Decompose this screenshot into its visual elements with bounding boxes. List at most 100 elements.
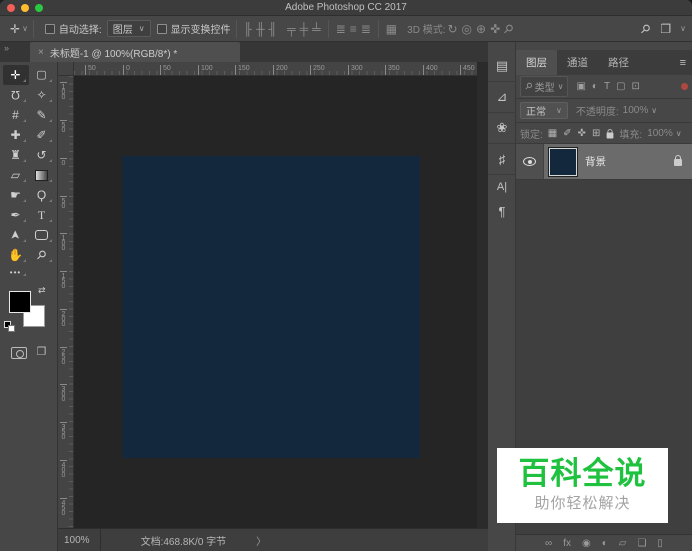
new-group-icon[interactable]: ▱ xyxy=(619,538,627,549)
default-colors-icon[interactable] xyxy=(4,321,15,332)
panel-menu-icon[interactable]: ≡ xyxy=(680,57,686,69)
type-tool[interactable]: T xyxy=(29,205,55,225)
align-top-icon[interactable]: ╤ xyxy=(285,23,298,35)
distribute-v-center-icon[interactable]: ≡ xyxy=(348,23,359,35)
hand-tool[interactable]: ✋ xyxy=(3,245,29,265)
adjustment-layer-icon[interactable]: ◐ xyxy=(602,538,608,549)
tool-preset-chevron-icon[interactable]: ∨ xyxy=(22,24,28,33)
ruler-origin-corner[interactable] xyxy=(58,62,74,76)
edit-toolbar-button[interactable]: ••• xyxy=(3,265,29,279)
tab-channels[interactable]: 通道 xyxy=(557,50,598,75)
layer-thumbnail[interactable] xyxy=(548,146,578,177)
fill-field[interactable]: 100% ∨ xyxy=(647,128,681,139)
canvas-scrollbar[interactable] xyxy=(477,62,488,528)
foreground-color-swatch[interactable] xyxy=(9,291,31,313)
adjustments-panel-icon[interactable]: ⊿ xyxy=(488,82,516,113)
status-bar: 100% 文档:468.8K/0 字节 〉 xyxy=(58,528,488,551)
3d-orbit-icon[interactable]: ↻ xyxy=(445,23,459,35)
properties-panel-icon[interactable]: ♯ xyxy=(488,144,516,175)
filter-type-layers-icon[interactable]: T xyxy=(604,81,610,92)
search-icon[interactable]: ⚲ xyxy=(636,20,654,38)
status-options-chevron-icon[interactable]: 〉 xyxy=(256,533,266,548)
canvas-area[interactable] xyxy=(74,76,477,528)
add-mask-icon[interactable]: ◉ xyxy=(582,538,591,549)
gradient-tool[interactable] xyxy=(29,165,55,185)
lock-pixels-icon[interactable]: ✐ xyxy=(563,128,571,139)
swap-colors-icon[interactable]: ⇄ xyxy=(38,285,46,296)
3d-pan-icon[interactable]: ⊕ xyxy=(474,23,488,35)
document-tab[interactable]: × 未标题-1 @ 100%(RGB/8*) * xyxy=(30,42,240,62)
path-selection-tool[interactable]: ➤ xyxy=(3,225,29,245)
quick-selection-tool[interactable]: ✧ xyxy=(29,85,55,105)
align-bottom-icon[interactable]: ╧ xyxy=(310,23,323,35)
blend-mode-value: 正常 xyxy=(526,107,546,118)
move-tool[interactable]: ✛ xyxy=(2,65,29,85)
tab-paths[interactable]: 路径 xyxy=(598,50,639,75)
workspace-chevron-icon[interactable]: ∨ xyxy=(680,24,686,33)
link-layers-icon[interactable]: ∞ xyxy=(545,538,552,549)
dodge-tool[interactable]: Ϙ xyxy=(29,185,55,205)
filter-adjustment-layers-icon[interactable]: ◐ xyxy=(592,81,598,92)
shapes-panel-icon[interactable]: ❀ xyxy=(488,113,516,144)
show-transform-checkbox[interactable] xyxy=(156,23,167,34)
align-v-center-icon[interactable]: ╪ xyxy=(298,23,311,35)
quick-mask-button[interactable] xyxy=(10,347,27,359)
filter-shape-layers-icon[interactable]: ▢ xyxy=(616,81,625,92)
lock-position-icon[interactable]: ✜ xyxy=(578,128,586,139)
eraser-tool[interactable]: ▱ xyxy=(3,165,29,185)
align-left-icon[interactable]: ╟ xyxy=(242,23,255,35)
filter-toggle-icon[interactable] xyxy=(681,83,688,90)
filter-kind-dropdown[interactable]: ⚲ 类型 ∨ xyxy=(520,76,569,97)
opacity-field[interactable]: 100% ∨ xyxy=(623,105,657,116)
crop-tool[interactable]: # xyxy=(3,105,29,125)
auto-align-icon[interactable]: ▦ xyxy=(384,23,399,35)
zoom-icon: ⚲ xyxy=(33,246,50,264)
paragraph-panel-icon[interactable]: ¶ xyxy=(488,199,516,223)
zoom-level-field[interactable]: 100% xyxy=(58,529,101,551)
close-tab-icon[interactable]: × xyxy=(38,47,44,58)
auto-select-checkbox[interactable] xyxy=(44,23,55,34)
tab-layers[interactable]: 图层 xyxy=(516,50,557,75)
lock-all-icon[interactable] xyxy=(607,128,614,138)
layer-visibility-cell[interactable] xyxy=(516,144,544,179)
character-panel-icon[interactable]: A| xyxy=(488,175,516,199)
marquee-tool[interactable]: ▢ xyxy=(29,65,55,85)
window-title: Adobe Photoshop CC 2017 xyxy=(285,2,407,13)
lasso-tool[interactable]: Ω xyxy=(3,85,29,105)
3d-roll-icon[interactable]: ◎ xyxy=(460,23,474,35)
pen-tool[interactable]: ✒ xyxy=(3,205,29,225)
new-layer-icon[interactable]: ❏ xyxy=(637,538,646,549)
titlebar: Adobe Photoshop CC 2017 xyxy=(0,0,692,16)
layer-effects-icon[interactable]: fx xyxy=(563,538,571,549)
color-panel-icon[interactable]: ▤ xyxy=(488,51,516,82)
spot-healing-tool[interactable]: ✚ xyxy=(3,125,29,145)
filter-pixel-layers-icon[interactable]: ▣ xyxy=(576,81,585,92)
align-right-icon[interactable]: ╢ xyxy=(267,23,280,35)
align-h-center-icon[interactable]: ╫ xyxy=(254,23,267,35)
distribute-top-icon[interactable]: ≣ xyxy=(334,23,348,35)
document-canvas[interactable] xyxy=(122,156,420,458)
clone-stamp-tool[interactable]: ♜ xyxy=(3,145,29,165)
lock-transparency-icon[interactable]: ▦ xyxy=(548,128,557,139)
delete-layer-icon[interactable]: ▯ xyxy=(657,538,663,549)
blend-mode-dropdown[interactable]: 正常 ∨ xyxy=(520,102,568,119)
document-size-info: 文档:468.8K/0 字节 xyxy=(140,536,227,548)
filter-smart-objects-icon[interactable]: ⊡ xyxy=(632,81,640,92)
zoom-tool[interactable]: ⚲ xyxy=(29,245,55,265)
brush-tool[interactable]: ✐ xyxy=(29,125,55,145)
watermark: 百科全说 助你轻松解决 xyxy=(497,448,668,523)
screen-mode-button[interactable]: ❐ xyxy=(37,347,47,359)
workspace-switcher-icon[interactable]: ❐ xyxy=(658,23,673,35)
lock-artboard-icon[interactable]: ⊞ xyxy=(592,128,600,139)
3d-zoom-icon[interactable]: ⚲ xyxy=(500,20,518,38)
shape-tool[interactable] xyxy=(29,225,55,245)
eyedropper-tool[interactable]: ✎ xyxy=(29,105,55,125)
auto-select-target-dropdown[interactable]: 图层 ∨ xyxy=(106,20,151,37)
smudge-tool[interactable]: ☛ xyxy=(3,185,29,205)
spot-healing-icon: ✚ xyxy=(10,128,21,142)
layer-name: 背景 xyxy=(585,156,606,168)
toolbar-collapse-icon[interactable]: » xyxy=(4,43,9,53)
history-brush-tool[interactable]: ↺ xyxy=(29,145,55,165)
distribute-bottom-icon[interactable]: ≣ xyxy=(359,23,373,35)
layer-row-background[interactable]: 背景 xyxy=(516,144,692,180)
